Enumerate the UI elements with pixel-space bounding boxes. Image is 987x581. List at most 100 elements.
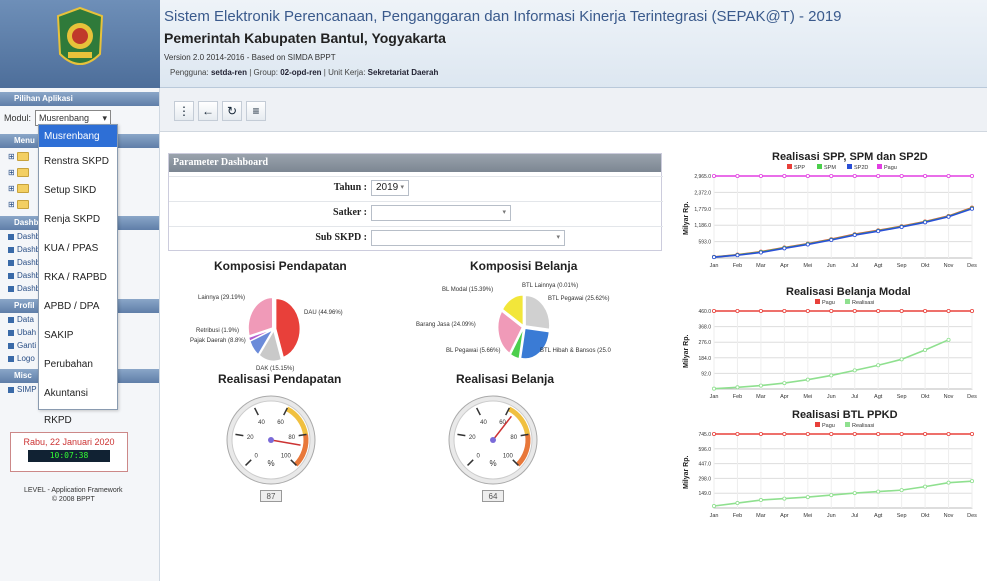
data-point bbox=[876, 363, 881, 368]
y-axis-label: Milyar Rp. bbox=[683, 201, 690, 235]
dropdown-option[interactable]: Setup SIKD bbox=[39, 176, 117, 205]
dropdown-option[interactable]: Renja SKPD bbox=[39, 205, 117, 234]
data-point bbox=[923, 484, 928, 489]
data-point bbox=[923, 308, 928, 313]
pie-label: BL Modal (15.39%) bbox=[442, 287, 494, 293]
x-tick-label: Jul bbox=[851, 513, 858, 519]
data-point bbox=[876, 489, 881, 494]
x-tick-label: Okt bbox=[921, 394, 930, 400]
group-prefix: | Group: bbox=[249, 68, 278, 77]
data-point bbox=[782, 308, 787, 313]
parameter-panel: Parameter Dashboard Tahun : 2019 ▾ Satke… bbox=[168, 153, 663, 251]
data-point bbox=[899, 357, 904, 362]
satker-label: Satker : bbox=[333, 207, 367, 218]
subskpd-select[interactable]: ▾ bbox=[371, 230, 565, 246]
legend-swatch bbox=[815, 299, 820, 304]
expand-icon[interactable]: ⊞ bbox=[8, 184, 15, 193]
gauge-hub bbox=[490, 437, 496, 443]
legend-label: SP2D bbox=[854, 165, 868, 171]
pie-label: Pajak Daerah (8.8%) bbox=[190, 338, 246, 344]
user-name: setda-ren bbox=[210, 68, 247, 77]
dropdown-option[interactable]: APBD / DPA bbox=[39, 292, 117, 321]
data-point bbox=[923, 173, 928, 178]
line-chart-modal: 92.0 184.0 276.0 368.0 460.0 Jan Feb Mar Apr Mei J… bbox=[683, 299, 977, 400]
x-tick-label: Mei bbox=[803, 513, 812, 519]
expand-icon[interactable]: ⊞ bbox=[8, 152, 15, 161]
pie-pendapatan-title: Komposisi Pendapatan bbox=[214, 259, 347, 273]
chart-icon bbox=[8, 285, 14, 292]
chart-icon bbox=[8, 259, 14, 266]
plot-area bbox=[713, 175, 973, 259]
app-title: Sistem Elektronik Perencanaan, Pengangga… bbox=[164, 8, 842, 25]
folder-icon bbox=[16, 183, 29, 193]
x-tick-label: Jul bbox=[851, 394, 858, 400]
y-tick-label: 460.0 bbox=[698, 309, 711, 315]
data-point bbox=[735, 385, 740, 390]
pie-label: DAU (44.96%) bbox=[304, 310, 343, 316]
satker-select[interactable]: ▾ bbox=[371, 205, 511, 221]
parameter-title: Parameter Dashboard bbox=[169, 154, 661, 172]
dropdown-option[interactable]: Akuntansi bbox=[39, 379, 117, 408]
chevron-down-icon: ▾ bbox=[102, 112, 108, 123]
x-tick-label: Apr bbox=[780, 263, 789, 269]
expand-icon[interactable]: ⊞ bbox=[8, 168, 15, 177]
data-point bbox=[876, 173, 881, 178]
data-point bbox=[829, 373, 834, 378]
dropdown-option[interactable]: KUA / PPAS bbox=[39, 234, 117, 263]
x-tick-label: Jul bbox=[851, 263, 858, 269]
modul-label: Modul: bbox=[4, 113, 32, 123]
more-button[interactable]: ⋮ bbox=[174, 101, 194, 121]
data-point bbox=[852, 491, 857, 496]
x-tick-label: Feb bbox=[733, 394, 742, 400]
dropdown-option[interactable]: Perubahan bbox=[39, 350, 117, 379]
tahun-select[interactable]: 2019 ▾ bbox=[371, 180, 409, 196]
bantul-logo bbox=[56, 6, 104, 65]
list-button[interactable]: ≡ bbox=[246, 101, 266, 121]
data-point bbox=[735, 173, 740, 178]
logo-area bbox=[0, 0, 160, 88]
dropdown-option[interactable]: Renstra SKPD bbox=[39, 147, 117, 176]
expand-icon[interactable]: ⊞ bbox=[8, 200, 15, 209]
back-button[interactable]: ← bbox=[198, 101, 218, 121]
plot-area bbox=[713, 433, 973, 509]
legend-swatch bbox=[877, 164, 882, 169]
version-text: Version 2.0 2014-2016 - Based on SIMDA B… bbox=[164, 53, 336, 62]
data-point bbox=[805, 308, 810, 313]
y-tick-label: 2,965.0 bbox=[694, 174, 711, 180]
x-tick-label: Jun bbox=[827, 394, 836, 400]
gauge-unit: % bbox=[489, 459, 496, 468]
folder-icon bbox=[16, 151, 29, 161]
list-icon: ≡ bbox=[252, 104, 260, 118]
pilihan-aplikasi-header[interactable]: Pilihan Aplikasi bbox=[0, 92, 159, 106]
x-tick-label: Sep bbox=[897, 263, 907, 269]
gauge-tick-label: 100 bbox=[281, 453, 292, 459]
modul-dropdown-list[interactable]: Musrenbang Renstra SKPD Setup SIKD Renja… bbox=[38, 124, 118, 426]
data-point bbox=[969, 173, 974, 178]
data-point bbox=[805, 495, 810, 500]
gauge-tick-label: 20 bbox=[469, 435, 476, 441]
x-tick-label: Nov bbox=[944, 394, 954, 400]
y-tick-label: 2,372.0 bbox=[694, 190, 711, 196]
dropdown-option[interactable]: Musrenbang bbox=[39, 125, 117, 147]
dropdown-option[interactable]: RKA / RAPBD bbox=[39, 263, 117, 292]
legend-swatch bbox=[787, 164, 792, 169]
data-point bbox=[782, 173, 787, 178]
dropdown-option[interactable]: RKPD bbox=[39, 408, 117, 432]
clock-time: 10:07:38 bbox=[28, 450, 110, 462]
x-tick-label: Jun bbox=[827, 263, 836, 269]
data-point bbox=[899, 173, 904, 178]
x-tick-label: Jun bbox=[827, 513, 836, 519]
data-point bbox=[852, 431, 857, 436]
data-point bbox=[852, 308, 857, 313]
y-tick-label: 184.0 bbox=[698, 356, 711, 362]
refresh-button[interactable]: ↻ bbox=[222, 101, 242, 121]
data-point bbox=[805, 431, 810, 436]
data-point bbox=[758, 383, 763, 388]
y-tick-label: 593.0 bbox=[698, 240, 711, 246]
org-title: Pemerintah Kabupaten Bantul, Yogyakarta bbox=[164, 30, 446, 46]
x-tick-label: Jan bbox=[710, 263, 719, 269]
x-tick-label: Feb bbox=[733, 263, 742, 269]
legend-swatch bbox=[815, 422, 820, 427]
data-point bbox=[829, 238, 834, 243]
dropdown-option[interactable]: SAKIP bbox=[39, 321, 117, 350]
